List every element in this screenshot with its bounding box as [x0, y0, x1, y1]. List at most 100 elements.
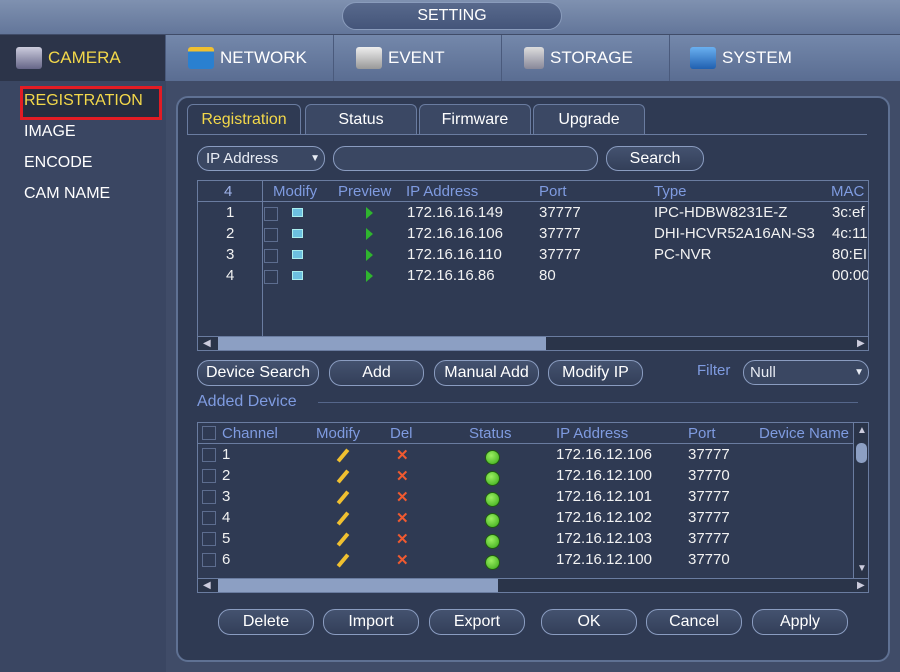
- scroll-down-icon[interactable]: ▼: [857, 563, 867, 574]
- filter-label: Filter: [697, 362, 731, 379]
- row-checkbox[interactable]: [264, 270, 278, 284]
- preview-play-icon[interactable]: [366, 228, 373, 240]
- delete-x-icon[interactable]: ✕: [396, 467, 409, 485]
- status-online-icon: [485, 471, 500, 486]
- manual-add-button[interactable]: Manual Add: [434, 360, 539, 386]
- nav-tab-system[interactable]: SYSTEM: [670, 35, 900, 81]
- tab-status[interactable]: Status: [305, 104, 417, 135]
- sidebar-item-registration[interactable]: REGISTRATION: [24, 92, 143, 110]
- ok-button[interactable]: OK: [541, 609, 637, 635]
- col-mac[interactable]: MAC: [831, 183, 864, 200]
- import-button[interactable]: Import: [323, 609, 419, 635]
- preview-play-icon[interactable]: [366, 270, 373, 282]
- sidebar-item-image[interactable]: IMAGE: [24, 123, 76, 141]
- tab-firmware[interactable]: Firmware: [419, 104, 531, 135]
- delete-x-icon[interactable]: ✕: [396, 446, 409, 464]
- scroll-left-icon[interactable]: ◀: [203, 580, 211, 591]
- row-checkbox[interactable]: [202, 511, 216, 525]
- row-checkbox[interactable]: [202, 448, 216, 462]
- ip-address: 172.16.16.110: [407, 246, 502, 263]
- delete-x-icon[interactable]: ✕: [396, 551, 409, 569]
- col-type[interactable]: Type: [654, 183, 687, 200]
- delete-x-icon[interactable]: ✕: [396, 530, 409, 548]
- tab-upgrade[interactable]: Upgrade: [533, 104, 645, 135]
- scroll-right-icon[interactable]: ▶: [857, 580, 865, 591]
- modify-device-icon[interactable]: [292, 229, 303, 238]
- scroll-right-icon[interactable]: ▶: [857, 338, 865, 349]
- search-type-select[interactable]: IP Address ▼: [197, 146, 325, 171]
- status-online-icon: [485, 555, 500, 570]
- add-button[interactable]: Add: [329, 360, 424, 386]
- nav-tab-storage[interactable]: STORAGE: [502, 35, 670, 81]
- sidebar-item-encode[interactable]: ENCODE: [24, 154, 92, 172]
- status-online-icon: [485, 534, 500, 549]
- nav-label: SYSTEM: [722, 48, 792, 67]
- edit-pencil-icon[interactable]: [336, 532, 350, 547]
- nav-label: CAMERA: [48, 48, 121, 67]
- filter-select[interactable]: Null ▼: [743, 360, 869, 385]
- search-input[interactable]: [333, 146, 598, 171]
- export-button[interactable]: Export: [429, 609, 525, 635]
- horizontal-scrollbar[interactable]: ◀ ▶: [198, 336, 868, 350]
- cancel-button[interactable]: Cancel: [646, 609, 742, 635]
- preview-play-icon[interactable]: [366, 207, 373, 219]
- apply-button[interactable]: Apply: [752, 609, 848, 635]
- col-ip-address[interactable]: IP Address: [556, 425, 628, 442]
- delete-button[interactable]: Delete: [218, 609, 314, 635]
- search-button[interactable]: Search: [606, 146, 704, 171]
- tab-registration[interactable]: Registration: [187, 104, 301, 135]
- col-port[interactable]: Port: [539, 183, 567, 200]
- delete-x-icon[interactable]: ✕: [396, 509, 409, 527]
- edit-pencil-icon[interactable]: [336, 469, 350, 484]
- row-checkbox[interactable]: [264, 249, 278, 263]
- scrollbar-thumb[interactable]: [218, 579, 498, 592]
- camera-icon: [16, 47, 42, 69]
- row-checkbox[interactable]: [202, 469, 216, 483]
- nav-tab-event[interactable]: EVENT: [334, 35, 502, 81]
- edit-pencil-icon[interactable]: [336, 511, 350, 526]
- modify-ip-button[interactable]: Modify IP: [548, 360, 643, 386]
- col-preview[interactable]: Preview: [338, 183, 391, 200]
- modify-device-icon[interactable]: [292, 271, 303, 280]
- row-checkbox[interactable]: [264, 207, 278, 221]
- preview-play-icon[interactable]: [366, 249, 373, 261]
- filter-value: Null: [750, 364, 776, 381]
- col-ip-address[interactable]: IP Address: [406, 183, 478, 200]
- scrollbar-thumb[interactable]: [856, 443, 867, 463]
- select-all-checkbox[interactable]: [202, 426, 216, 440]
- search-type-value: IP Address: [206, 150, 279, 167]
- ip-address: 172.16.16.106: [407, 225, 503, 242]
- col-channel[interactable]: Channel: [222, 425, 278, 442]
- edit-pencil-icon[interactable]: [336, 490, 350, 505]
- row-checkbox[interactable]: [202, 532, 216, 546]
- modify-device-icon[interactable]: [292, 208, 303, 217]
- nav-tab-network[interactable]: NETWORK: [166, 35, 334, 81]
- delete-x-icon[interactable]: ✕: [396, 488, 409, 506]
- col-modify[interactable]: Modify: [316, 425, 360, 442]
- port: 37777: [688, 530, 730, 547]
- status-online-icon: [485, 450, 500, 465]
- col-modify[interactable]: Modify: [273, 183, 317, 200]
- row-number: 3: [226, 246, 235, 263]
- edit-pencil-icon[interactable]: [336, 553, 350, 568]
- vertical-scrollbar[interactable]: ▲ ▼: [853, 423, 868, 578]
- scroll-left-icon[interactable]: ◀: [203, 338, 211, 349]
- sidebar-item-cam-name[interactable]: CAM NAME: [24, 185, 110, 203]
- scroll-up-icon[interactable]: ▲: [857, 425, 867, 436]
- row-checkbox[interactable]: [264, 228, 278, 242]
- col-del[interactable]: Del: [390, 425, 413, 442]
- nav-tab-camera[interactable]: CAMERA: [0, 35, 166, 81]
- col-device-name[interactable]: Device Name: [759, 425, 853, 442]
- device-type: IPC-HDBW8231E-Z: [654, 204, 788, 221]
- row-number: 4: [226, 267, 235, 284]
- edit-pencil-icon[interactable]: [336, 448, 350, 463]
- device-search-button[interactable]: Device Search: [197, 360, 319, 386]
- scrollbar-thumb[interactable]: [218, 337, 546, 350]
- row-checkbox[interactable]: [202, 490, 216, 504]
- ip-address: 172.16.12.101: [556, 488, 652, 505]
- modify-device-icon[interactable]: [292, 250, 303, 259]
- col-port[interactable]: Port: [688, 425, 716, 442]
- col-status[interactable]: Status: [469, 425, 512, 442]
- horizontal-scrollbar[interactable]: ◀ ▶: [198, 578, 868, 592]
- row-checkbox[interactable]: [202, 553, 216, 567]
